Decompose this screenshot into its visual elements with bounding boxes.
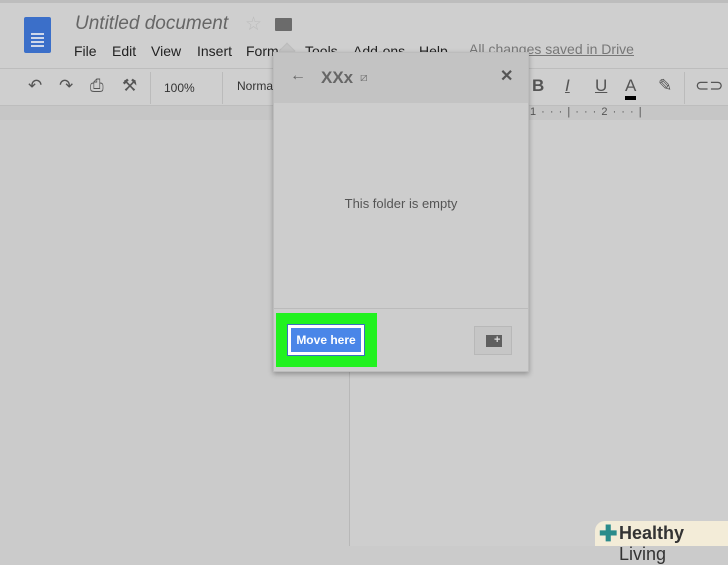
bold-button[interactable]: B [532, 76, 544, 96]
undo-icon[interactable]: ↶ [28, 76, 42, 96]
star-icon[interactable]: ☆ [245, 13, 262, 36]
arrow-left-icon[interactable]: ← [290, 67, 306, 85]
menu-edit[interactable]: Edit [112, 43, 136, 59]
move-here-button[interactable]: Move here [287, 324, 365, 356]
move-to-folder-dialog: ← XXx ⧄ ✕ This folder is empty Move here… [273, 52, 529, 372]
folder-name: XXx [321, 68, 354, 87]
folder-icon[interactable] [275, 18, 292, 31]
ruler-marks: 1 · · · | · · · 2 · · · | [530, 106, 643, 118]
docs-logo-icon[interactable] [24, 17, 51, 53]
document-title[interactable]: Untitled document [75, 13, 228, 35]
divider [274, 308, 528, 309]
italic-button[interactable]: I [565, 76, 570, 96]
print-icon[interactable]: ⎙ [90, 76, 104, 96]
underline-button[interactable]: U [595, 76, 607, 96]
redo-icon[interactable]: ↷ [59, 76, 73, 96]
zoom-select[interactable]: 100% [164, 81, 195, 95]
divider [150, 72, 151, 104]
open-external-icon[interactable]: ⧄ [360, 70, 368, 85]
cross-logo-icon: ✚ [599, 521, 618, 546]
empty-message: This folder is empty [344, 196, 458, 211]
divider [684, 72, 685, 104]
menu-insert[interactable]: Insert [197, 43, 232, 59]
menu-file[interactable]: File [74, 43, 97, 59]
highlight-icon[interactable]: ✎ [658, 76, 672, 96]
dialog-header: ← XXx ⧄ ✕ [274, 53, 528, 103]
close-icon[interactable]: ✕ [500, 66, 513, 86]
text-color-button[interactable]: A [625, 76, 637, 100]
new-folder-button[interactable]: + [474, 326, 512, 355]
divider [222, 72, 223, 104]
paint-format-icon[interactable]: ⚒ [122, 76, 137, 96]
menu-view[interactable]: View [151, 43, 181, 59]
link-icon[interactable]: ⊂⊃ [695, 76, 724, 96]
